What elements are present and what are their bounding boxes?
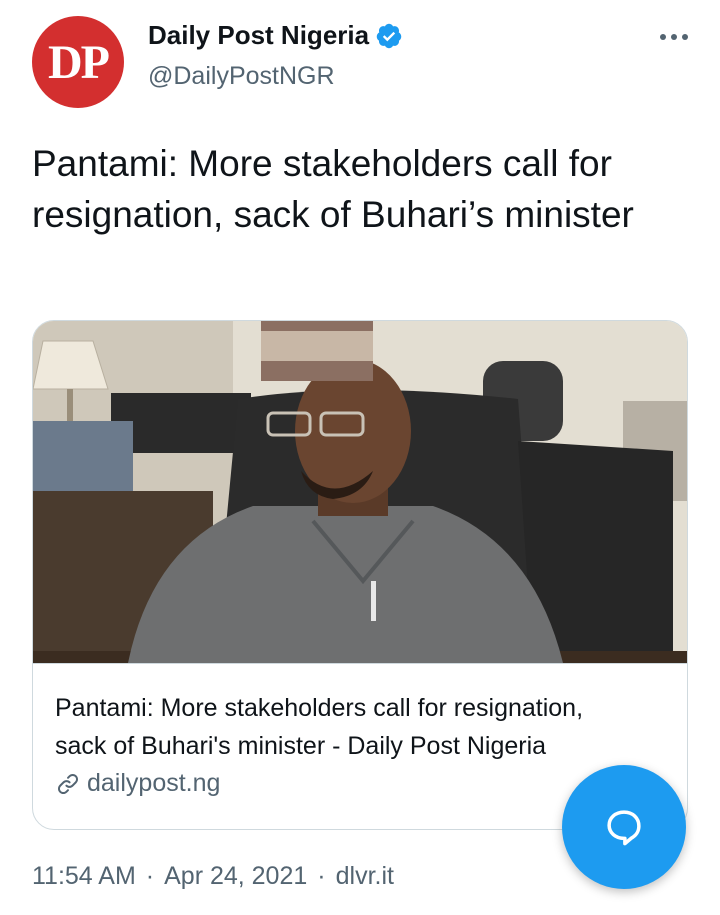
author-handle[interactable]: @DailyPostNGR [148,62,335,91]
tweet-time[interactable]: 11:54 AM [32,862,136,891]
tweet-text: Pantami: More stakeholders call for resi… [32,143,634,235]
more-dot [682,34,688,40]
card-image [33,321,687,664]
link-icon [58,773,78,794]
compose-reply-button[interactable] [562,765,686,889]
more-dot [660,34,666,40]
author-name-row: Daily Post Nigeria [148,20,403,51]
more-options-button[interactable] [654,22,694,52]
meta-separator: · [317,862,326,890]
meta-separator: · [145,862,155,890]
card-photo [33,321,687,663]
tweet-container: DP Daily Post Nigeria @DailyPostNGR Pant… [0,0,720,915]
link-preview-card[interactable]: Pantami: More stakeholders call for resi… [32,320,688,830]
author-avatar[interactable]: DP [32,16,124,108]
tweet-meta: 11:54 AM · Apr 24, 2021 · dlvr.it [32,862,394,891]
avatar-logo-text: DP [48,35,110,89]
card-title-line: sack of Buhari's minister - Daily Post N… [55,732,547,760]
tweet-date[interactable]: Apr 24, 2021 [164,862,307,891]
compose-reply-icon [607,810,641,846]
card-domain-row: dailypost.ng [55,769,220,798]
more-dot [671,34,677,40]
author-display-name[interactable]: Daily Post Nigeria [148,20,369,51]
card-domain: dailypost.ng [87,769,221,797]
card-title-line: Pantami: More stakeholders call for resi… [55,694,584,722]
verified-badge-icon [376,23,402,48]
card-title: Pantami: More stakeholders call for resi… [55,689,665,765]
tweet-source[interactable]: dlvr.it [336,862,394,891]
